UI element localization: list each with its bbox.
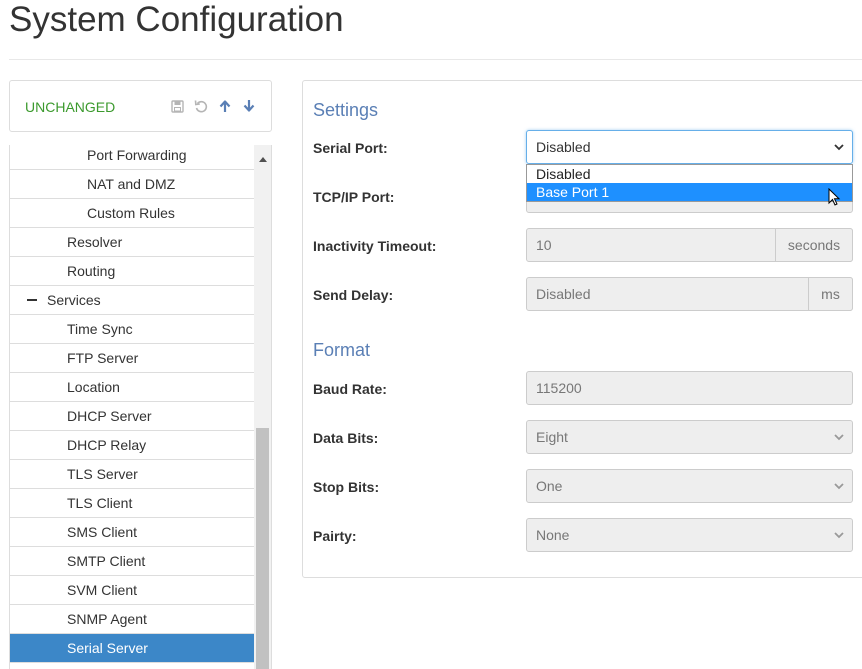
nav-item-label: Location [67, 379, 120, 395]
nav-scrollbar[interactable] [254, 145, 271, 669]
baud-rate-value: 115200 [536, 380, 582, 396]
nav-item-label: NAT and DMZ [87, 176, 176, 192]
nav-item-serial-server[interactable]: Serial Server [10, 634, 255, 663]
nav-item-label: Custom Rules [87, 205, 175, 221]
settings-panel: Settings Serial Port: Disabled Disabled … [302, 80, 862, 578]
send-delay-input[interactable]: Disabled ms [526, 277, 853, 311]
stop-bits-select[interactable]: One [526, 469, 853, 503]
nav-item-dhcp-server[interactable]: DHCP Server [10, 402, 255, 431]
nav-item-label: Serial Server [67, 640, 148, 656]
chevron-down-icon [834, 434, 844, 441]
nav-item-time-sync[interactable]: Time Sync [10, 315, 255, 344]
serial-port-label: Serial Port: [313, 140, 388, 156]
nav-item-tls-client[interactable]: TLS Client [10, 489, 255, 518]
parity-value: None [536, 527, 570, 543]
status-actions [169, 98, 257, 114]
serial-port-select[interactable]: Disabled [526, 130, 853, 164]
nav-item-label: DHCP Relay [67, 437, 147, 453]
save-icon[interactable] [169, 98, 185, 114]
nav-item-label: FTP Server [67, 350, 139, 366]
baud-rate-label: Baud Rate: [313, 381, 387, 397]
data-bits-select[interactable]: Eight [526, 420, 853, 454]
nav-item-port-forwarding[interactable]: Port Forwarding [10, 145, 255, 170]
serial-port-option-disabled[interactable]: Disabled [527, 165, 852, 183]
send-delay-unit: ms [808, 277, 853, 311]
inactivity-timeout-unit: seconds [775, 228, 853, 262]
data-bits-value: Eight [536, 429, 568, 445]
nav-item-routing[interactable]: Routing [10, 257, 255, 286]
nav-item-label: TLS Server [67, 466, 138, 482]
nav-item-label: Services [47, 292, 101, 308]
nav-item-label: TLS Client [67, 495, 133, 511]
inactivity-timeout-label: Inactivity Timeout: [313, 238, 437, 254]
data-bits-label: Data Bits: [313, 430, 379, 446]
send-delay-label: Send Delay: [313, 287, 394, 303]
nav-scrollbar-thumb[interactable] [256, 428, 269, 669]
nav-item-custom-rules[interactable]: Custom Rules [10, 199, 255, 228]
chevron-down-icon [834, 483, 844, 490]
inactivity-timeout-value: 10 [536, 237, 552, 253]
collapse-icon[interactable] [27, 299, 37, 301]
nav-item-smtp-client[interactable]: SMTP Client [10, 547, 255, 576]
nav-item-dhcp-relay[interactable]: DHCP Relay [10, 431, 255, 460]
nav-item-label: SMS Client [67, 524, 138, 540]
title-divider [9, 59, 862, 60]
nav-item-snmp-agent[interactable]: SNMP Agent [10, 605, 255, 634]
tcp-port-label: TCP/IP Port: [313, 189, 395, 205]
nav-item-ftp-server[interactable]: FTP Server [10, 344, 255, 373]
baud-rate-input[interactable]: 115200 [526, 371, 853, 405]
chevron-down-icon [834, 532, 844, 539]
nav-item-label: SMTP Client [67, 553, 146, 569]
serial-port-dropdown: Disabled Base Port 1 [526, 164, 853, 202]
format-section-title: Format [313, 340, 371, 360]
page-title: System Configuration [9, 0, 344, 39]
arrow-down-icon[interactable] [241, 98, 257, 114]
nav-item-svm-client[interactable]: SVM Client [10, 576, 255, 605]
nav-item-label: SNMP Agent [67, 611, 147, 627]
mouse-cursor-icon [828, 188, 841, 206]
nav-item-sms-client[interactable]: SMS Client [10, 518, 255, 547]
send-delay-value: Disabled [536, 286, 591, 302]
chevron-down-icon [834, 144, 844, 151]
parity-label: Pairty: [313, 528, 357, 544]
undo-icon[interactable] [193, 98, 209, 114]
status-panel: UNCHANGED [9, 80, 272, 132]
nav-item-nat-dmz[interactable]: NAT and DMZ [10, 170, 255, 199]
nav-item-label: DHCP Server [67, 408, 152, 424]
nav-item-label: Port Forwarding [87, 147, 187, 163]
nav-tree: Port Forwarding NAT and DMZ Custom Rules… [9, 145, 272, 669]
stop-bits-value: One [536, 478, 563, 494]
nav-item-resolver[interactable]: Resolver [10, 228, 255, 257]
stop-bits-label: Stop Bits: [313, 479, 380, 495]
parity-select[interactable]: None [526, 518, 853, 552]
nav-item-tls-server[interactable]: TLS Server [10, 460, 255, 489]
nav-item-label: Time Sync [67, 321, 133, 337]
status-text: UNCHANGED [25, 99, 116, 115]
nav-item-label: SVM Client [67, 582, 138, 598]
nav-item-label: Routing [67, 263, 116, 279]
nav-item-label: Resolver [67, 234, 123, 250]
scroll-up-arrow-icon[interactable] [254, 153, 271, 165]
serial-port-option-base-port-1[interactable]: Base Port 1 [527, 183, 852, 201]
arrow-up-icon[interactable] [217, 98, 233, 114]
inactivity-timeout-input[interactable]: 10 seconds [526, 228, 853, 262]
serial-port-value: Disabled [536, 139, 591, 155]
nav-item-services[interactable]: Services [10, 286, 255, 315]
nav-list: Port Forwarding NAT and DMZ Custom Rules… [10, 145, 255, 663]
settings-section-title: Settings [313, 100, 379, 120]
nav-item-location[interactable]: Location [10, 373, 255, 402]
